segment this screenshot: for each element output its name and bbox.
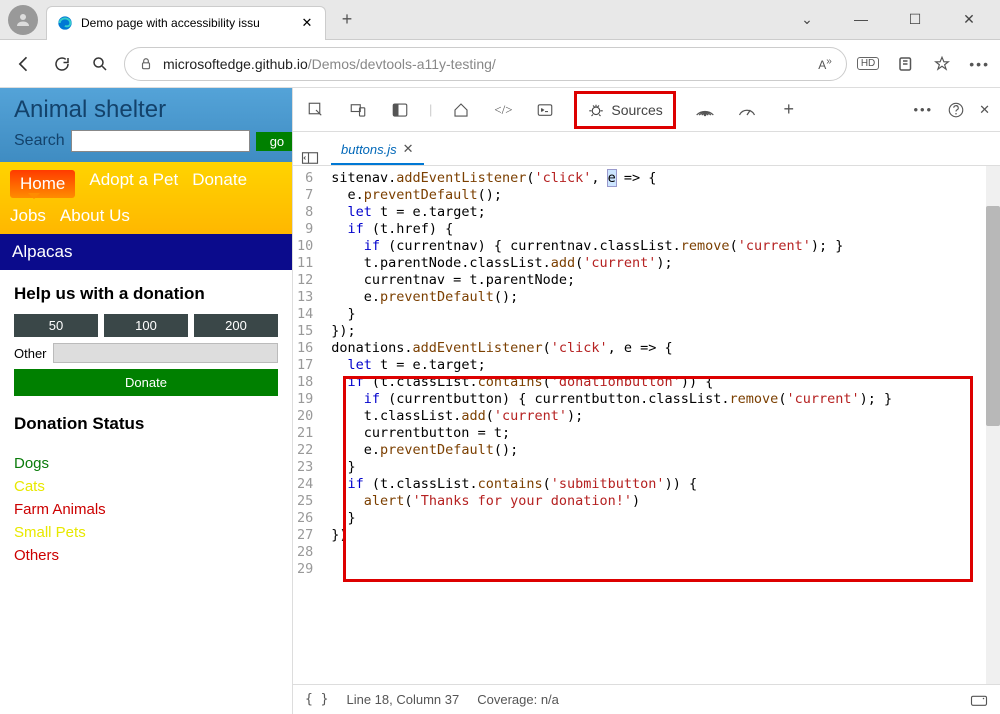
status-item[interactable]: Small Pets [14, 521, 278, 544]
new-tab-button[interactable]: + [332, 9, 362, 30]
minimize-button[interactable]: — [846, 11, 876, 28]
address-bar: microsoftedge.github.io/Demos/devtools-a… [0, 40, 1000, 88]
code-editor[interactable]: 6789101112131415161718192021222324252627… [293, 166, 1000, 684]
help-icon[interactable] [947, 101, 965, 119]
donation-buttons: 50 100 200 [14, 314, 278, 337]
profile-button[interactable] [8, 5, 38, 35]
devtools-toolbar: | </> Sources + ••• ✕ [293, 88, 1000, 132]
maximize-button[interactable]: ☐ [900, 11, 930, 28]
welcome-icon[interactable] [448, 94, 474, 126]
status-heading: Donation Status [14, 414, 278, 434]
site-nav: Home Adopt a Pet Donate Jobs About Us [0, 162, 292, 234]
chevron-down-icon[interactable]: ⌄ [792, 11, 822, 28]
devtools-panel: | </> Sources + ••• ✕ buttons.js ✕ [292, 88, 1000, 714]
status-item[interactable]: Dogs [14, 452, 278, 475]
performance-icon[interactable] [734, 94, 760, 126]
more-tabs-button[interactable]: + [776, 94, 802, 126]
devtools-statusbar: { } Line 18, Column 37 Coverage: n/a [293, 684, 1000, 714]
coverage-status: Coverage: n/a [477, 692, 559, 707]
console-icon[interactable] [532, 94, 558, 126]
donation-amount-50[interactable]: 50 [14, 314, 98, 337]
tab-title: Demo page with accessibility issu [81, 16, 291, 30]
scrollbar[interactable] [986, 166, 1000, 684]
nav-donate[interactable]: Donate [192, 170, 247, 198]
search-label: Search [14, 132, 65, 150]
back-button[interactable] [10, 50, 38, 78]
status-item[interactable]: Cats [14, 475, 278, 498]
donation-amount-200[interactable]: 200 [194, 314, 278, 337]
sources-tab[interactable]: Sources [574, 91, 675, 129]
collections-icon[interactable] [897, 55, 915, 73]
search-button[interactable] [86, 50, 114, 78]
window-titlebar: Demo page with accessibility issu ✕ + ⌄ … [0, 0, 1000, 40]
status-list: DogsCatsFarm AnimalsSmall PetsOthers [0, 448, 292, 571]
go-button[interactable]: go [256, 132, 292, 151]
browser-tab[interactable]: Demo page with accessibility issu ✕ [46, 6, 326, 40]
current-section[interactable]: Alpacas [0, 234, 292, 270]
pretty-print-button[interactable]: { } [305, 692, 328, 707]
donate-button[interactable]: Donate [14, 369, 278, 396]
panel-icon[interactable] [387, 94, 413, 126]
refresh-button[interactable] [48, 50, 76, 78]
close-window-button[interactable]: ✕ [954, 11, 984, 28]
nav-adopt[interactable]: Adopt a Pet [89, 170, 178, 198]
person-icon [14, 11, 32, 29]
lock-icon [139, 57, 153, 71]
other-label: Other [14, 346, 47, 361]
network-icon[interactable] [692, 94, 718, 126]
other-amount-input[interactable] [53, 343, 278, 363]
nav-jobs[interactable]: Jobs [10, 206, 46, 226]
devtools-more-icon[interactable]: ••• [913, 102, 933, 117]
page-title: Animal shelter [14, 96, 278, 124]
device-icon[interactable] [345, 94, 371, 126]
nav-about[interactable]: About Us [60, 206, 130, 226]
devtools-close-button[interactable]: ✕ [979, 102, 990, 118]
hd-icon[interactable]: HD [857, 57, 879, 70]
favorite-icon[interactable] [933, 55, 951, 73]
file-tab-close[interactable]: ✕ [403, 141, 414, 157]
donation-heading: Help us with a donation [14, 284, 278, 304]
sidebar-toggle-icon[interactable] [301, 151, 325, 165]
read-aloud-icon[interactable]: A» [818, 56, 832, 72]
status-item[interactable]: Others [14, 544, 278, 567]
url-text: microsoftedge.github.io/Demos/devtools-a… [163, 56, 808, 72]
cursor-position: Line 18, Column 37 [346, 692, 459, 707]
search-input[interactable] [71, 130, 250, 152]
webpage-panel: Animal shelter Search go Home Adopt a Pe… [0, 88, 292, 714]
bug-icon [587, 101, 605, 119]
donation-amount-100[interactable]: 100 [104, 314, 188, 337]
edge-icon [57, 15, 73, 31]
nav-home[interactable]: Home [10, 170, 75, 198]
inspect-icon[interactable] [303, 94, 329, 126]
file-tab-buttons-js[interactable]: buttons.js ✕ [331, 135, 424, 165]
status-item[interactable]: Farm Animals [14, 498, 278, 521]
tab-close-button[interactable]: ✕ [299, 15, 315, 31]
screenshot-icon[interactable] [970, 693, 988, 707]
elements-icon[interactable]: </> [490, 94, 516, 126]
url-input[interactable]: microsoftedge.github.io/Demos/devtools-a… [124, 47, 847, 81]
more-icon[interactable]: ••• [969, 56, 990, 72]
file-tabs: buttons.js ✕ [293, 132, 1000, 166]
